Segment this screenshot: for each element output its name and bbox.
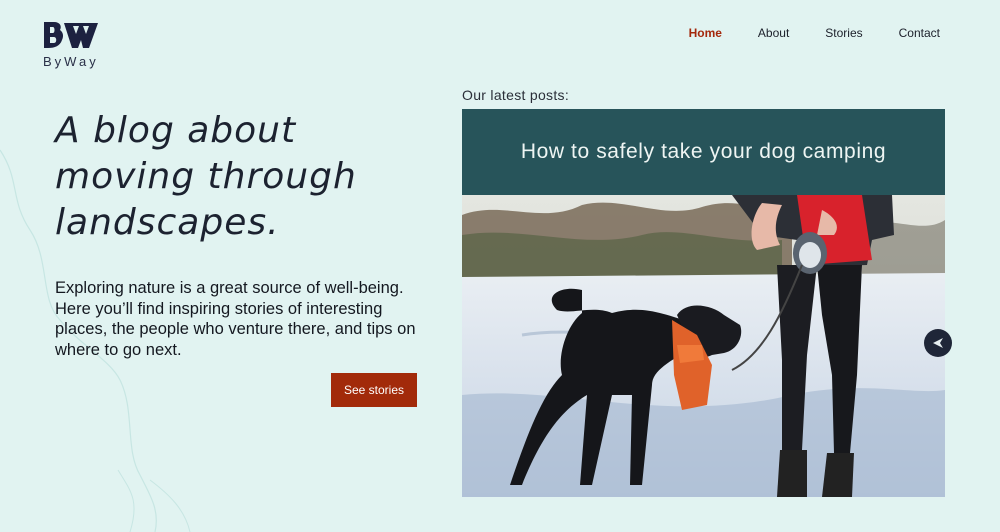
brand-logo[interactable]: ByWay bbox=[42, 20, 106, 69]
hero-intro: Exploring nature is a great source of we… bbox=[55, 279, 416, 359]
brand-name: ByWay bbox=[43, 54, 99, 69]
byway-logo-icon bbox=[44, 22, 98, 48]
main-nav: Home About Stories Contact bbox=[653, 26, 940, 40]
see-stories-button[interactable]: See stories bbox=[331, 373, 417, 407]
nav-stories[interactable]: Stories bbox=[825, 26, 862, 40]
next-post-button[interactable] bbox=[924, 329, 952, 357]
featured-post-card[interactable]: How to safely take your dog camping bbox=[462, 109, 945, 497]
featured-post-title[interactable]: How to safely take your dog camping bbox=[462, 109, 945, 195]
latest-posts-label: Our latest posts: bbox=[462, 87, 570, 103]
nav-contact[interactable]: Contact bbox=[899, 26, 940, 40]
featured-post-image[interactable] bbox=[462, 195, 945, 497]
hero-headline: A blog about moving through landscapes. bbox=[55, 110, 357, 243]
next-arrow-icon bbox=[933, 338, 943, 348]
nav-home[interactable]: Home bbox=[689, 26, 722, 40]
nav-about[interactable]: About bbox=[758, 26, 789, 40]
